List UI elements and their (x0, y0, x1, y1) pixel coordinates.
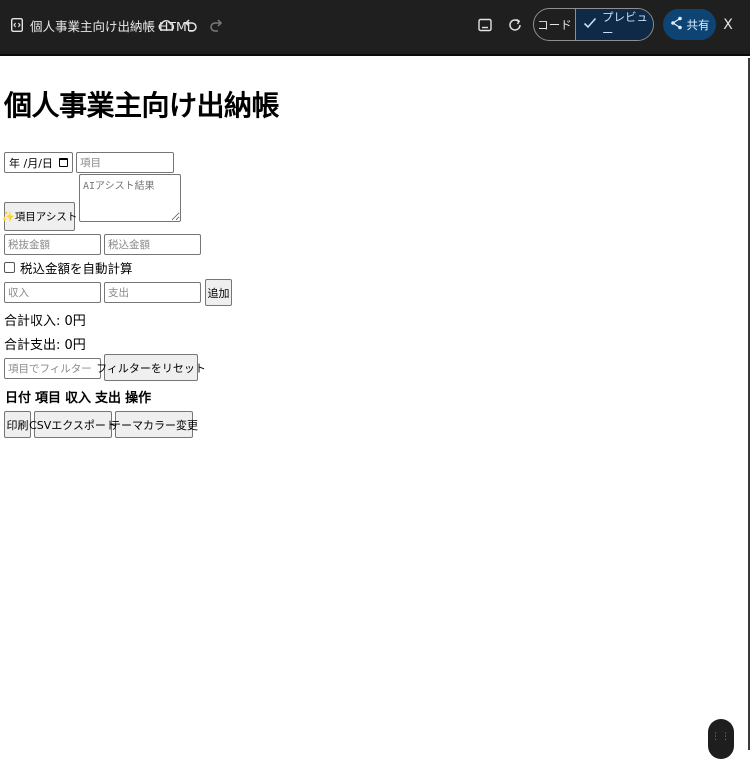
share-button[interactable]: 共有 (663, 9, 716, 40)
csv-export-button[interactable]: CSVエクスポート (29, 411, 117, 438)
header-date: 日付 (5, 391, 32, 406)
floating-menu-button[interactable]: ⋮⋮ (708, 719, 734, 759)
auto-calc-checkbox[interactable] (4, 261, 15, 273)
share-icon (670, 16, 683, 33)
expense-input[interactable] (104, 282, 201, 303)
top-toolbar: 個人事業主向け出納帳 HTML コード プレビュー 共有 X (0, 0, 750, 56)
refresh-icon[interactable] (506, 16, 524, 34)
tax-included-input[interactable] (104, 234, 201, 255)
cloud-icon[interactable] (157, 16, 175, 34)
undo-icon[interactable] (182, 16, 200, 34)
code-mode-button[interactable]: コード (534, 9, 576, 40)
calendar-icon[interactable] (59, 158, 68, 167)
print-button[interactable]: 印刷 (4, 411, 31, 438)
auto-calc-label: 税込金額を自動計算 (20, 260, 133, 276)
redo-icon[interactable] (207, 16, 225, 34)
terminal-icon[interactable] (476, 16, 494, 34)
total-income: 合計収入: 0円 (4, 314, 86, 329)
total-expense: 合計支出: 0円 (4, 338, 86, 353)
preview-mode-button[interactable]: プレビュー (576, 9, 653, 40)
close-button[interactable]: X (720, 14, 736, 36)
header-item: 項目 (35, 391, 62, 406)
check-icon (583, 17, 597, 32)
ai-assist-button[interactable]: ✨項目アシスト (2, 202, 77, 231)
header-income: 収入 (65, 391, 92, 406)
tax-excluded-input[interactable] (4, 234, 101, 255)
auto-calc-row: 税込金額を自動計算 (4, 258, 133, 276)
table-header: 日付 項目 収入 支出 操作 (5, 387, 151, 406)
item-input[interactable] (76, 152, 174, 173)
ai-result-textarea[interactable] (79, 174, 181, 222)
code-file-icon (10, 17, 24, 33)
theme-color-button[interactable]: テーマカラー変更 (110, 411, 198, 438)
reset-filter-button[interactable]: フィルターをリセット (96, 354, 206, 381)
share-label: 共有 (686, 17, 710, 32)
preview-mode-label: プレビュー (602, 9, 648, 40)
date-value: 年 /月/日 (9, 156, 53, 170)
header-actions: 操作 (125, 391, 152, 406)
income-input[interactable] (4, 282, 101, 303)
header-expense: 支出 (95, 391, 122, 406)
date-input[interactable]: 年 /月/日 (4, 152, 73, 173)
filter-input[interactable] (4, 358, 101, 379)
view-mode-toggle: コード プレビュー (533, 8, 654, 41)
grip-dots-icon: ⋮⋮ (711, 732, 731, 742)
page-title: 個人事業主向け出納帳 (4, 89, 280, 122)
add-button[interactable]: 追加 (205, 279, 232, 306)
